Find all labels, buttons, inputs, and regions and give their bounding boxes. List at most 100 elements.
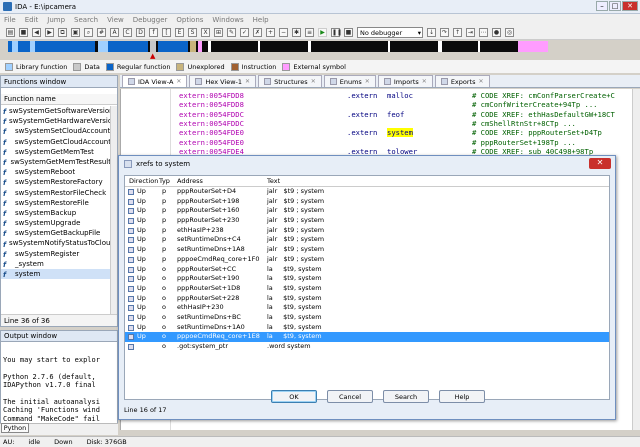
function-list-item[interactable]: f swSystemUpgrade bbox=[1, 218, 111, 228]
tab-hex-view-1[interactable]: Hex View-1 ✕ bbox=[189, 75, 257, 87]
star-icon[interactable]: ✱ bbox=[292, 28, 301, 37]
xref-icon[interactable]: X bbox=[201, 28, 210, 37]
array-icon[interactable]: [ bbox=[162, 28, 171, 37]
xref-row[interactable]: Up p pppRouterSet+160 jalr $t9 ; system bbox=[125, 206, 609, 216]
function-list-item[interactable]: f swSystemGetMemTestResult bbox=[1, 157, 111, 167]
forward-icon[interactable]: ▶ bbox=[45, 28, 54, 37]
breakpoint-icon[interactable]: ● bbox=[492, 28, 501, 37]
dialog-close-button[interactable]: ✕ bbox=[589, 158, 611, 169]
menu-item-file[interactable]: File bbox=[4, 16, 16, 24]
xref-row[interactable]: Up p pppRouterSet+230 jalr $t9 ; system bbox=[125, 216, 609, 226]
functions-scrollbar[interactable] bbox=[110, 106, 117, 314]
tab-exports[interactable]: Exports ✕ bbox=[434, 75, 490, 87]
minus-icon[interactable]: − bbox=[279, 28, 288, 37]
menu-item-edit[interactable]: Edit bbox=[25, 16, 39, 24]
function-list-item[interactable]: f swSystemGetHardwareVersion bbox=[1, 116, 111, 126]
trace-icon[interactable]: ⋯ bbox=[479, 28, 488, 37]
function-list-item[interactable]: f swSystemNotifyStatusToCloud bbox=[1, 238, 111, 248]
text-icon[interactable]: A bbox=[110, 28, 119, 37]
function-list-item[interactable]: f swSystemSetCloudAccount bbox=[1, 126, 111, 136]
column-header-text[interactable]: Text bbox=[267, 177, 280, 185]
xref-row[interactable]: Up o pppRouterSet+228 la $t9, system bbox=[125, 294, 609, 304]
xref-row[interactable]: Up p pppRouterSet+D4 jalr $t9 ; system bbox=[125, 187, 609, 197]
disasm-operand[interactable]: feof bbox=[387, 110, 404, 119]
xref-row[interactable]: Up p ethHasIP+238 jalr $t9 ; system bbox=[125, 226, 609, 236]
cancel-button[interactable]: Cancel bbox=[327, 390, 373, 403]
struct-icon[interactable]: S bbox=[188, 28, 197, 37]
tab-enums[interactable]: Enums ✕ bbox=[323, 75, 376, 87]
pause-icon[interactable]: ❚❚ bbox=[331, 28, 342, 37]
tab-close-icon[interactable]: ✕ bbox=[176, 78, 181, 85]
disassembly-scrollbar[interactable] bbox=[632, 89, 640, 430]
xref-row[interactable]: Up o setRuntimeDns+1A0 la $t9, system bbox=[125, 323, 609, 333]
xref-row[interactable]: Up o pppoeCmdReq_core+1E8 la $t9, system bbox=[125, 332, 609, 342]
step-into-icon[interactable]: ↓ bbox=[427, 28, 436, 37]
function-list-item[interactable]: f swSystemRestoreFile bbox=[1, 198, 111, 208]
cross-icon[interactable]: ✗ bbox=[253, 28, 262, 37]
disasm-operand[interactable]: system bbox=[387, 128, 413, 138]
watch-icon[interactable]: ◎ bbox=[505, 28, 514, 37]
play-icon[interactable]: ▶ bbox=[318, 28, 327, 37]
menu-item-jump[interactable]: Jump bbox=[47, 16, 65, 24]
menu-item-debugger[interactable]: Debugger bbox=[133, 16, 168, 24]
column-header-typ[interactable]: Typ bbox=[159, 177, 170, 185]
close-button[interactable]: ✕ bbox=[622, 1, 638, 11]
ok-button[interactable]: OK bbox=[271, 390, 317, 403]
list-icon[interactable]: ≡ bbox=[305, 28, 314, 37]
function-list-item[interactable]: f swSystemGetSoftwareVersion bbox=[1, 106, 111, 116]
tab-close-icon[interactable]: ✕ bbox=[365, 78, 370, 85]
xref-row[interactable]: Up o pppRouterSet+190 la $t9, system bbox=[125, 274, 609, 284]
run-to-icon[interactable]: ⇥ bbox=[466, 28, 475, 37]
function-name-column-header[interactable]: Function name bbox=[1, 94, 117, 105]
data-icon[interactable]: D bbox=[136, 28, 145, 37]
edit-icon[interactable]: ✎ bbox=[227, 28, 236, 37]
function-list-item[interactable]: f swSystemBackup bbox=[1, 208, 111, 218]
function-list-item[interactable]: f swSystemGetMemTest bbox=[1, 147, 111, 157]
xref-row[interactable]: Up p pppoeCmdReq_core+1F0 jalr $t9 ; system bbox=[125, 255, 609, 265]
menu-item-search[interactable]: Search bbox=[74, 16, 98, 24]
xref-row[interactable]: Up o ethHasIP+230 la $t9, system bbox=[125, 303, 609, 313]
column-header-direction[interactable]: Direction bbox=[129, 177, 158, 185]
copy-icon[interactable]: ⧉ bbox=[58, 28, 67, 37]
plus-icon[interactable]: + bbox=[266, 28, 275, 37]
menu-item-view[interactable]: View bbox=[107, 16, 124, 24]
help-button[interactable]: Help bbox=[439, 390, 485, 403]
xref-row[interactable]: Up p setRuntimeDns+C4 jalr $t9 ; system bbox=[125, 235, 609, 245]
tab-ida-view-a[interactable]: IDA View-A ✕ bbox=[122, 75, 188, 87]
paste-icon[interactable]: ▣ bbox=[71, 28, 80, 37]
function-list-item[interactable]: f _system bbox=[1, 259, 111, 269]
xref-row[interactable]: Up p pppRouterSet+198 jalr $t9 ; system bbox=[125, 197, 609, 207]
func-icon[interactable]: f bbox=[149, 28, 158, 37]
function-list-item[interactable]: f swSystemGetCloudAccount bbox=[1, 137, 111, 147]
tab-structures[interactable]: Structures ✕ bbox=[258, 75, 322, 87]
menu-item-help[interactable]: Help bbox=[253, 16, 269, 24]
tab-close-icon[interactable]: ✕ bbox=[422, 78, 427, 85]
hex-icon[interactable]: # bbox=[97, 28, 106, 37]
xref-row[interactable]: Up o setRuntimeDns+BC la $t9, system bbox=[125, 313, 609, 323]
function-list-item[interactable]: f swSystemRestorFileCheck bbox=[1, 188, 111, 198]
check-icon[interactable]: ✓ bbox=[240, 28, 249, 37]
code-icon[interactable]: C bbox=[123, 28, 132, 37]
xref-row[interactable]: Up p setRuntimeDns+1A8 jalr $t9 ; system bbox=[125, 245, 609, 255]
function-list-item[interactable]: f swSystemRestoreFactory bbox=[1, 177, 111, 187]
xref-row[interactable]: o .got:system_ptr .word system bbox=[125, 342, 609, 352]
menu-item-options[interactable]: Options bbox=[176, 16, 203, 24]
tab-close-icon[interactable]: ✕ bbox=[311, 78, 316, 85]
tab-imports[interactable]: Imports ✕ bbox=[377, 75, 433, 87]
open-icon[interactable]: ▤ bbox=[6, 28, 15, 37]
debugger-select[interactable]: No debugger bbox=[357, 27, 423, 38]
minimize-button[interactable]: – bbox=[596, 1, 608, 11]
enum-icon[interactable]: E bbox=[175, 28, 184, 37]
save-icon[interactable]: ■ bbox=[19, 28, 28, 37]
python-button[interactable]: Python bbox=[1, 423, 29, 433]
xref-row[interactable]: Up o pppRouterSet+1D8 la $t9, system bbox=[125, 284, 609, 294]
back-icon[interactable]: ◀ bbox=[32, 28, 41, 37]
stop-icon[interactable]: ■ bbox=[344, 28, 353, 37]
column-header-address[interactable]: Address bbox=[177, 177, 203, 185]
search-button[interactable]: Search bbox=[383, 390, 429, 403]
xref-row[interactable]: Up o pppRouterSet+CC la $t9, system bbox=[125, 265, 609, 275]
navigation-band[interactable] bbox=[8, 41, 548, 52]
function-list-item[interactable]: f swSystemReboot bbox=[1, 167, 111, 177]
maximize-button[interactable]: □ bbox=[609, 1, 621, 11]
function-list-item[interactable]: f swSystemRegister bbox=[1, 249, 111, 259]
